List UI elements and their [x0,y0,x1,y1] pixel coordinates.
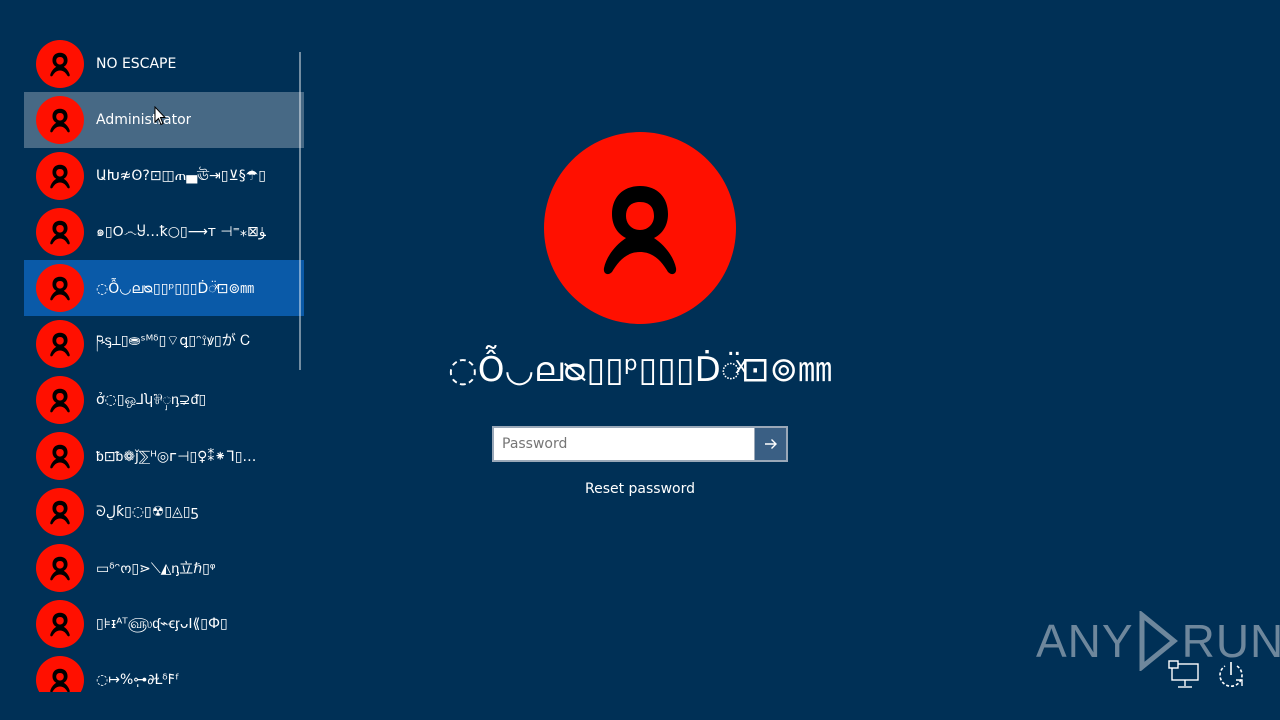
user-avatar [36,544,84,592]
power-icon[interactable] [1214,658,1248,692]
user-list-item[interactable]: ◌Ỗ◡ലᴓ▯▯ᵖ▯▯▯Ḋ◌̈ͯ⊡⊚㎜ [24,260,304,316]
lock-screen: NO ESCAPE Administrator ԱԽ≉ʘ?⊡◫ጠ▄ঊ⇥▯⊻§☂▯ ๑▯… [0,0,1280,720]
network-icon[interactable] [1168,660,1200,690]
user-silhouette-icon [50,52,70,77]
user-avatar [36,208,84,256]
user-list-scrollbar[interactable] [299,52,301,370]
user-silhouette-icon [50,332,70,357]
user-name-label: ◌Ỗ◡ലᴓ▯▯ᵖ▯▯▯Ḋ◌̈ͯ⊡⊚㎜ [96,281,255,297]
user-silhouette-icon [50,444,70,469]
user-avatar [36,488,84,536]
user-silhouette-icon [50,500,70,525]
selected-user-avatar [544,132,736,324]
user-silhouette-icon [50,668,70,692]
submit-button[interactable] [754,428,786,460]
user-name-label: ᘐڸƙ▯◌▯☢▯◬▯ƽ [96,504,199,520]
user-list-item[interactable]: ◌↦%⊶ֽ∂Ɫᵟ𐌅ᶠ [24,652,304,692]
user-silhouette-icon [603,186,677,275]
selected-user-name: ◌Ỗ◡ലᴓ▯▯ᵖ▯▯▯Ḋ◌̈ͯ⊡⊚㎜ [448,350,832,390]
password-input[interactable] [494,428,754,460]
user-list-item[interactable]: NO ESCAPE [24,36,304,92]
user-name-label: ԱԽ≉ʘ?⊡◫ጠ▄ঊ⇥▯⊻§☂▯ [96,168,266,184]
user-list-item[interactable]: ▭ᵟᵔო▯⋗⟍◭ᶇ立ℏ▯ᵠ [24,540,304,596]
user-silhouette-icon [50,108,70,133]
user-silhouette-icon [50,276,70,301]
user-name-label: ๑▯ꓳ෴Ⴘ…ꝁ○▯⟶ᴛ ⊣⁼⁎⊠ﯜ [96,224,266,240]
user-silhouette-icon [50,220,70,245]
user-avatar [36,264,84,312]
user-name-label: ▭ᵟᵔო▯⋗⟍◭ᶇ立ℏ▯ᵠ [96,561,216,577]
arrow-right-icon [764,439,777,449]
user-list-item[interactable]: ở◌▯ஒ⅃ʮ⅌ှᶇ⊋ᵭ▯ [24,372,304,428]
user-list-item[interactable]: ᵬ⊡ᵬ❁ǰ⅀ᵸ◎ᴦ⊣▯♀⁑⁕ᒣ▯… [24,428,304,484]
user-list-item[interactable]: ཥᶊ⟂▯⛂ˢᴹᵟ▯⌔ꝗ▯ᵔ⟟ꝟ▯が Ꮯ [24,316,304,372]
user-list-item[interactable]: ᘐڸƙ▯◌▯☢▯◬▯ƽ [24,484,304,540]
watermark-left-text: ANY [1036,615,1134,667]
user-name-label: ◌↦%⊶ֽ∂Ɫᵟ𐌅ᶠ [96,672,180,688]
user-silhouette-icon [50,388,70,413]
user-silhouette-icon [50,164,70,189]
user-list-item[interactable]: ԱԽ≉ʘ?⊡◫ጠ▄ঊ⇥▯⊻§☂▯ [24,148,304,204]
user-name-label: ᵬ⊡ᵬ❁ǰ⅀ᵸ◎ᴦ⊣▯♀⁑⁕ᒣ▯… [96,448,257,465]
user-avatar [36,320,84,368]
user-avatar [36,656,84,692]
user-name-label: ở◌▯ஒ⅃ʮ⅌ှᶇ⊋ᵭ▯ [96,391,207,408]
user-name-label: Administrator [96,112,192,128]
user-avatar [36,40,84,88]
user-avatar [36,376,84,424]
mouse-cursor-icon [154,106,166,126]
reset-password-link[interactable]: Reset password [540,478,740,500]
user-avatar [36,600,84,648]
user-avatar [36,96,84,144]
user-list: NO ESCAPE Administrator ԱԽ≉ʘ?⊡◫ጠ▄ঊ⇥▯⊻§☂▯ ๑▯… [24,36,304,692]
user-avatar [36,152,84,200]
user-silhouette-icon [50,556,70,581]
user-list-item[interactable]: ๑▯ꓳ෴Ⴘ…ꝁ○▯⟶ᴛ ⊣⁼⁎⊠ﯜ [24,204,304,260]
user-avatar [36,432,84,480]
user-name-label: NO ESCAPE [96,56,177,72]
user-silhouette-icon [50,612,70,637]
user-name-label: ཥᶊ⟂▯⛂ˢᴹᵟ▯⌔ꝗ▯ᵔ⟟ꝟ▯が Ꮯ [96,333,251,349]
user-name-label: ▯⊧ᵻᴬᵀ௵ᶑ⌁ꞓᶉᴗꓲ⟪▯Ф▯ [96,616,228,632]
user-list-item[interactable]: ▯⊧ᵻᴬᵀ௵ᶑ⌁ꞓᶉᴗꓲ⟪▯Ф▯ [24,596,304,652]
password-box [492,426,788,462]
